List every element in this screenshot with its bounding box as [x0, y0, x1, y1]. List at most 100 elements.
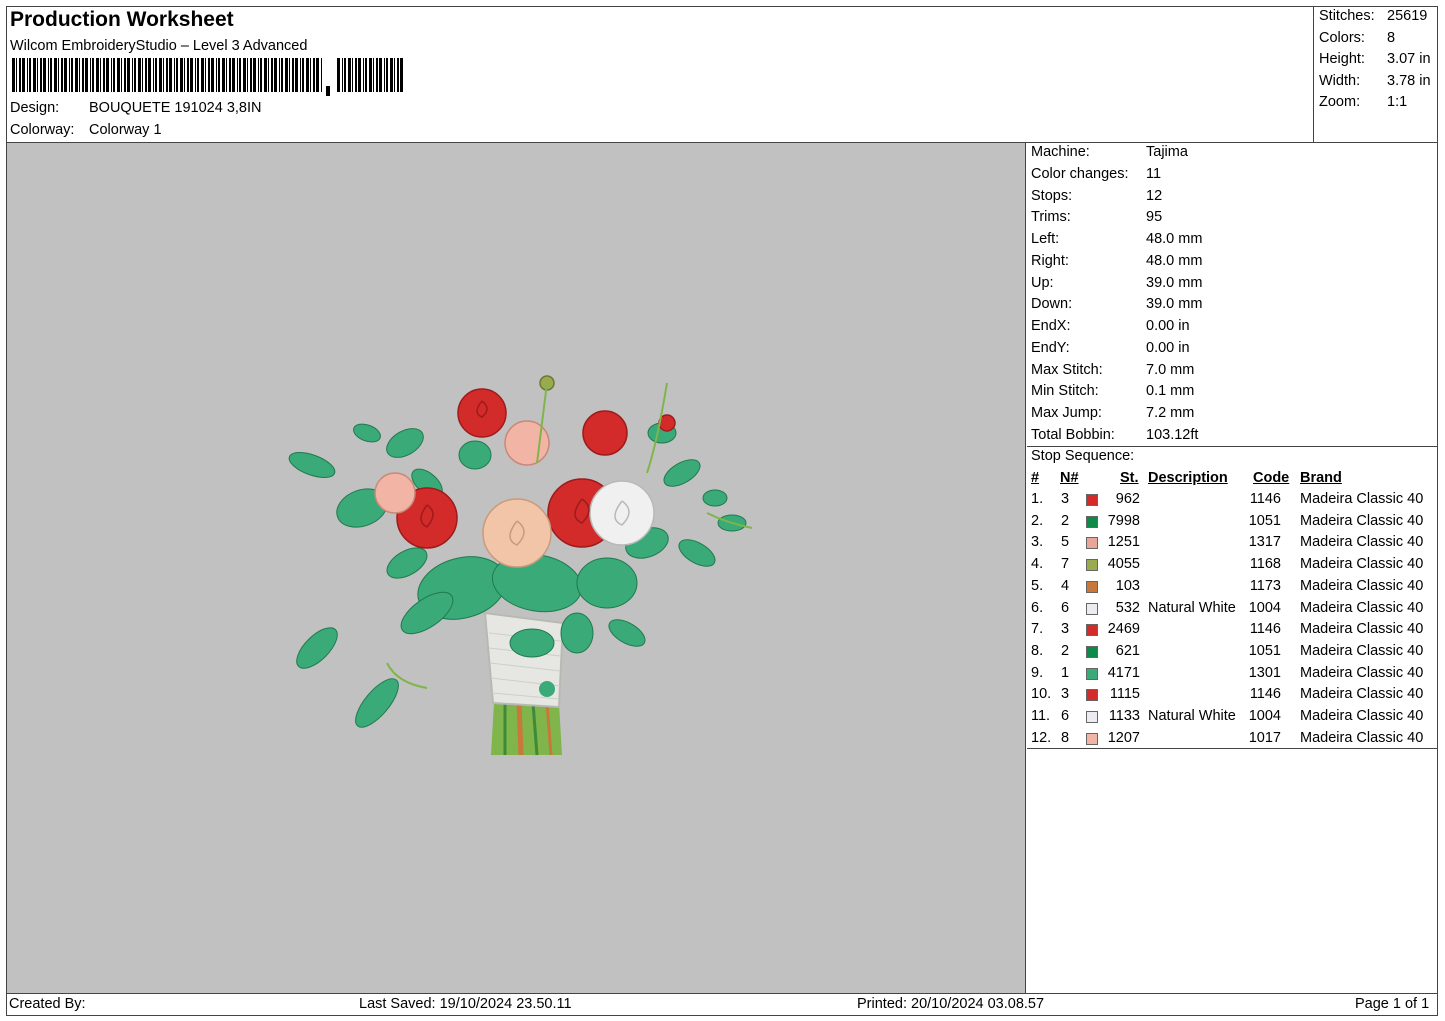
- row-num: 3.: [1031, 534, 1044, 551]
- row-needle: 5: [1061, 534, 1070, 551]
- col-header-code: Code: [1253, 470, 1290, 486]
- machine-info-row: EndY: 0.00 in: [1031, 340, 1190, 356]
- machine-info-label: Color changes:: [1031, 165, 1129, 182]
- stat-label: Height:: [1319, 51, 1365, 67]
- row-code: 1051: [1248, 512, 1281, 529]
- row-code: 1301: [1248, 664, 1281, 681]
- row-description: Natural White: [1148, 599, 1236, 616]
- created-by: Created By:: [9, 996, 86, 1012]
- row-num: 11.: [1031, 708, 1051, 724]
- stat-value: 1:1: [1387, 94, 1408, 110]
- row-num: 9.: [1031, 664, 1044, 681]
- machine-info-row: Total Bobbin: 103.12ft: [1031, 426, 1198, 443]
- machine-info-row: Min Stitch: 0.1 mm: [1031, 383, 1194, 400]
- row-description: Natural White: [1148, 708, 1236, 724]
- row-needle: 3: [1061, 686, 1070, 703]
- machine-info-value: 7.2 mm: [1146, 405, 1195, 421]
- row-num: 4.: [1031, 556, 1044, 573]
- worksheet-header: Production Worksheet Wilcom EmbroiderySt…: [6, 6, 1314, 143]
- machine-info-row: Stops: 12: [1031, 188, 1162, 204]
- worksheet-footer: Created By: Last Saved: 19/10/2024 23.50…: [6, 993, 1438, 1016]
- machine-info-label: Total Bobbin:: [1031, 426, 1115, 443]
- stat-label: Zoom:: [1319, 94, 1361, 110]
- stat-value: 25619: [1387, 8, 1428, 24]
- machine-info-value: 95: [1146, 209, 1163, 226]
- row-brand: Madeira Classic 40: [1300, 491, 1424, 507]
- row-brand: Madeira Classic 40: [1300, 599, 1424, 616]
- thread-color-swatch: [1086, 537, 1098, 550]
- row-stitches: 7998: [1107, 512, 1140, 529]
- design-stats: Stitches: 25619 Colors: 8 Height: 3.07 in W…: [1314, 6, 1438, 143]
- machine-info-label: Min Stitch:: [1031, 383, 1099, 400]
- row-needle: 6: [1061, 708, 1070, 724]
- thread-color-swatch: [1086, 580, 1098, 593]
- page-title: Production Worksheet: [10, 8, 234, 31]
- machine-info-label: Trims:: [1031, 209, 1071, 226]
- thread-color-swatch: [1086, 645, 1098, 658]
- stop-sequence-row: 3. 5 1251 1317 Madeira Classic 40: [1027, 534, 1438, 556]
- machine-info-panel: Machine: Tajima Color changes: 11 Stops: 12 Tr…: [1027, 143, 1438, 447]
- stop-sequence-row: 10. 3 1115 1146 Madeira Classic 40: [1027, 686, 1438, 708]
- row-needle: 1: [1061, 664, 1070, 681]
- machine-info-row: Up: 39.0 mm: [1031, 275, 1202, 291]
- row-needle: 2: [1061, 642, 1070, 659]
- stat-width: Width: 3.78 in: [1319, 72, 1431, 89]
- machine-info-value: 103.12ft: [1146, 426, 1199, 443]
- machine-info-label: Max Jump:: [1031, 405, 1102, 421]
- stop-sequence-panel: Stop Sequence: # N# St. Description Code…: [1027, 447, 1438, 749]
- row-stitches: 2469: [1107, 621, 1140, 638]
- row-brand: Madeira Classic 40: [1300, 664, 1424, 681]
- col-header-brand: Brand: [1300, 470, 1342, 486]
- machine-info-value: Tajima: [1146, 144, 1188, 160]
- row-needle: 6: [1061, 599, 1070, 616]
- stop-sequence-row: 1. 3 962 1146 Madeira Classic 40: [1027, 491, 1438, 513]
- row-stitches: 4055: [1107, 556, 1140, 573]
- row-code: 1173: [1249, 577, 1281, 594]
- row-num: 2.: [1031, 512, 1044, 529]
- colorway-label: Colorway:: [10, 122, 75, 138]
- row-stitches: 4171: [1107, 664, 1140, 681]
- software-name: Wilcom EmbroideryStudio – Level 3 Advanc…: [10, 38, 308, 54]
- machine-info-row: Down: 39.0 mm: [1031, 296, 1202, 313]
- stat-value: 3.78 in: [1387, 72, 1431, 89]
- row-stitches: 1115: [1109, 686, 1140, 703]
- stat-value: 8: [1387, 29, 1396, 46]
- machine-info-label: Max Stitch:: [1031, 361, 1103, 378]
- row-code: 1004: [1248, 599, 1281, 616]
- stop-sequence-row: 9. 1 4171 1301 Madeira Classic 40: [1027, 665, 1438, 687]
- stop-sequence-row: 11. 6 1133 Natural White 1004 Madeira Classic…: [1027, 708, 1438, 730]
- stop-sequence-title: Stop Sequence:: [1031, 448, 1135, 464]
- machine-info-row: Max Jump: 7.2 mm: [1031, 405, 1194, 421]
- thread-color-swatch: [1086, 559, 1098, 572]
- stat-label: Width:: [1319, 72, 1361, 89]
- machine-info-row: Max Stitch: 7.0 mm: [1031, 361, 1194, 378]
- colorway-value: Colorway 1: [89, 122, 162, 138]
- page-number: Page 1 of 1: [1355, 996, 1430, 1012]
- bouquet-stems: [491, 702, 562, 756]
- machine-info-label: Down:: [1031, 296, 1073, 313]
- last-saved: Last Saved: 19/10/2024 23.50.11: [359, 996, 572, 1012]
- design-preview: [7, 143, 1026, 993]
- machine-info-value: 12: [1146, 187, 1163, 204]
- row-code: 1051: [1248, 642, 1281, 659]
- stat-value: 3.07 in: [1387, 51, 1431, 67]
- machine-info-value: 0.00 in: [1146, 339, 1190, 356]
- machine-info-label: Left:: [1031, 231, 1060, 247]
- col-header-needle: N#: [1060, 470, 1079, 486]
- stop-sequence-row: 8. 2 621 1051 Madeira Classic 40: [1027, 643, 1438, 665]
- row-brand: Madeira Classic 40: [1300, 642, 1424, 659]
- thread-color-swatch: [1086, 732, 1098, 745]
- design-label: Design:: [10, 100, 60, 116]
- stop-sequence-row: 2. 2 7998 1051 Madeira Classic 40: [1027, 513, 1438, 535]
- thread-color-swatch: [1086, 711, 1098, 723]
- col-header-stitches: St.: [1120, 470, 1139, 486]
- machine-info-value: 0.1 mm: [1146, 383, 1195, 400]
- design-value: BOUQUETE 191024 3,8IN: [89, 100, 262, 116]
- row-num: 8.: [1031, 642, 1044, 659]
- row-code: 1146: [1249, 686, 1281, 703]
- stop-sequence-row: 5. 4 103 1173 Madeira Classic 40: [1027, 578, 1438, 600]
- machine-info-label: Machine:: [1031, 144, 1090, 160]
- machine-info-label: Right:: [1031, 252, 1069, 269]
- thread-color-swatch: [1086, 494, 1098, 506]
- row-needle: 7: [1061, 556, 1070, 573]
